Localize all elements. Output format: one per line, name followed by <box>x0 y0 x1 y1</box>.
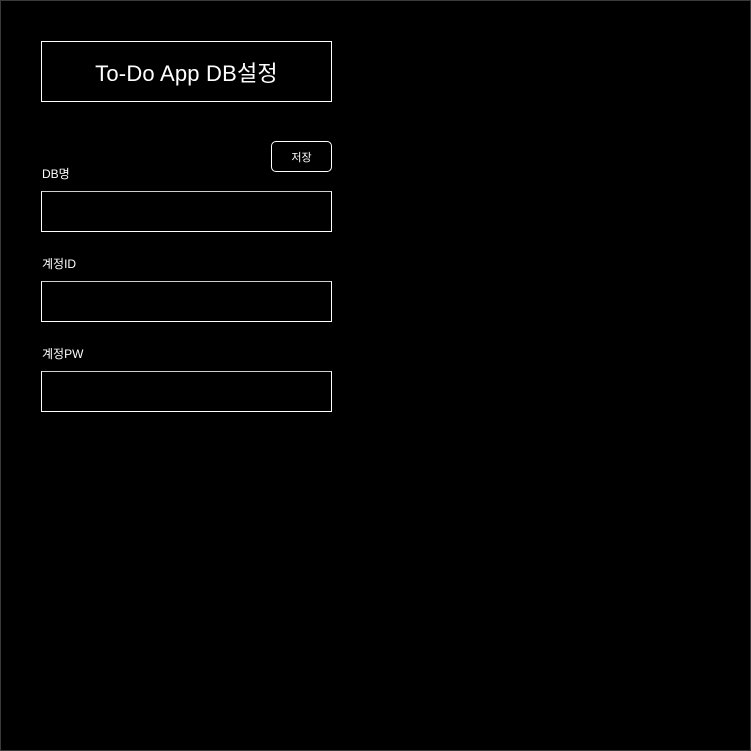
page-title-box: To-Do App DB설정 <box>41 41 332 102</box>
page-title: To-Do App DB설정 <box>95 60 278 86</box>
db-name-input[interactable] <box>41 191 332 232</box>
db-name-label: DB명 <box>42 167 70 181</box>
account-id-label: 계정ID <box>42 257 77 271</box>
account-pw-input[interactable] <box>41 371 332 412</box>
db-settings-screen: To-Do App DB설정 저장 DB명 계정ID 계정PW <box>0 0 751 751</box>
account-id-input[interactable] <box>41 281 332 322</box>
save-button[interactable]: 저장 <box>271 141 332 172</box>
account-pw-label: 계정PW <box>42 347 84 361</box>
